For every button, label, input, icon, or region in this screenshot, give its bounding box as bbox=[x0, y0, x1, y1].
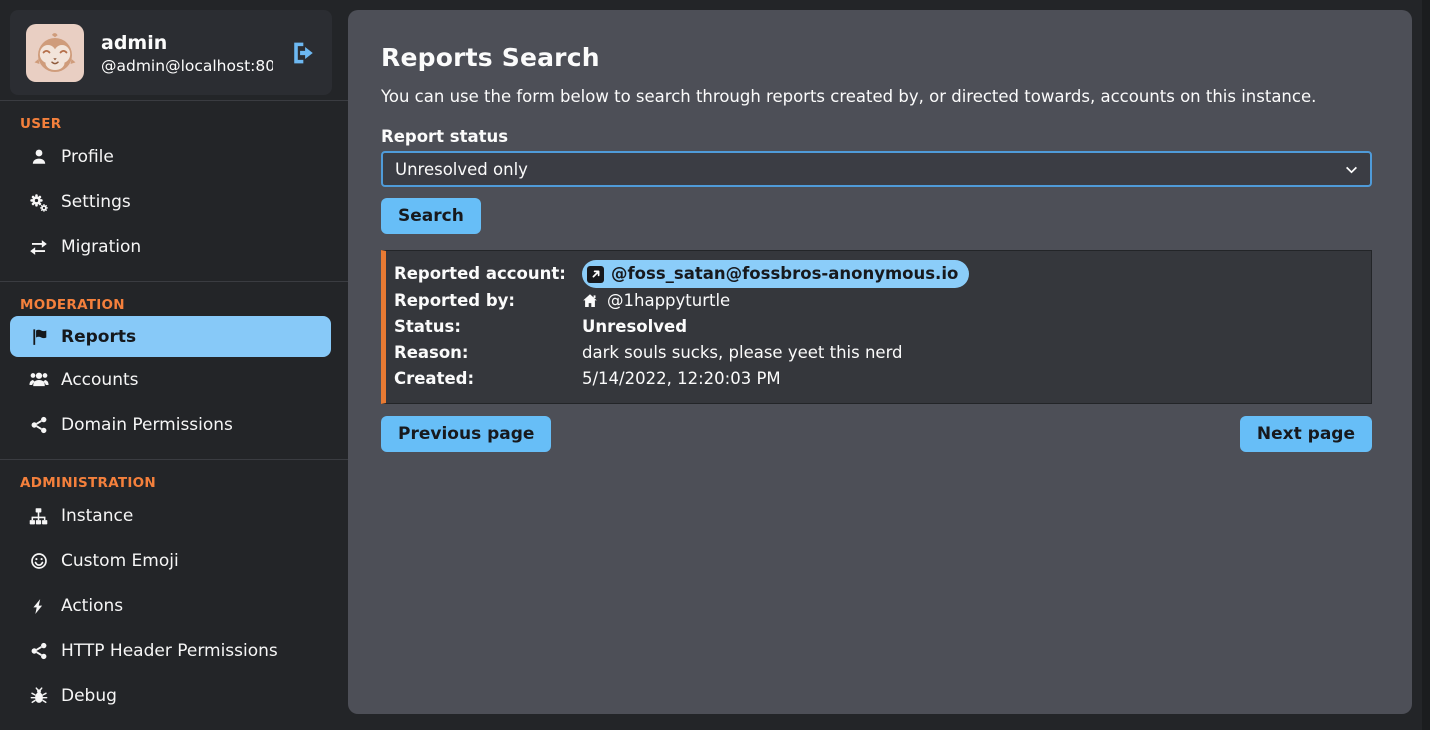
report-status-select[interactable]: Unresolved only bbox=[381, 151, 1372, 187]
report-created-value: 5/14/2022, 12:20:03 PM bbox=[582, 366, 1359, 392]
section-label-administration: ADMINISTRATION bbox=[20, 475, 348, 491]
gears-icon bbox=[27, 193, 50, 212]
sitemap-icon bbox=[27, 507, 50, 526]
sidebar-item-profile[interactable]: Profile bbox=[10, 135, 331, 179]
divider bbox=[0, 281, 348, 282]
sidebar-item-label: Profile bbox=[61, 147, 114, 167]
sidebar-item-settings[interactable]: Settings bbox=[10, 180, 331, 224]
sidebar: admin @admin@localhost:80... USER Profil… bbox=[0, 0, 348, 730]
report-row-label: Created: bbox=[394, 366, 582, 392]
divider bbox=[0, 459, 348, 460]
sidebar-item-domain-permissions[interactable]: Domain Permissions bbox=[10, 403, 331, 447]
sloth-avatar bbox=[26, 24, 84, 82]
report-status-label: Report status bbox=[381, 127, 1372, 146]
sidebar-item-instance[interactable]: Instance bbox=[10, 494, 331, 538]
user-card[interactable]: admin @admin@localhost:80... bbox=[10, 10, 332, 95]
swap-arrows-icon bbox=[27, 238, 50, 257]
users-icon bbox=[27, 370, 50, 390]
user-handle: @admin@localhost:80... bbox=[101, 57, 273, 75]
external-link-icon bbox=[587, 266, 604, 283]
smiley-icon bbox=[27, 552, 50, 570]
bolt-icon bbox=[27, 598, 50, 615]
sidebar-item-label: Instance bbox=[61, 506, 133, 526]
report-status-value: Unresolved bbox=[582, 314, 1359, 340]
reporter-handle: @1happyturtle bbox=[607, 288, 730, 314]
report-row-label: Reported by: bbox=[394, 288, 582, 314]
report-row-label: Reason: bbox=[394, 340, 582, 366]
sidebar-item-migration[interactable]: Migration bbox=[10, 225, 331, 269]
share-nodes-icon bbox=[27, 642, 50, 660]
sidebar-item-debug[interactable]: Debug bbox=[10, 674, 331, 718]
reported-account-link[interactable]: @foss_satan@fossbros-anonymous.io bbox=[582, 260, 969, 288]
pagination: Previous page Next page bbox=[381, 416, 1372, 452]
report-row-label: Reported account: bbox=[394, 261, 582, 287]
user-name: admin bbox=[101, 30, 273, 57]
share-nodes-icon bbox=[27, 416, 50, 434]
sidebar-item-label: Accounts bbox=[61, 370, 139, 390]
next-page-button[interactable]: Next page bbox=[1240, 416, 1372, 452]
sidebar-item-custom-emoji[interactable]: Custom Emoji bbox=[10, 539, 331, 583]
main-panel: Reports Search You can use the form belo… bbox=[348, 10, 1412, 714]
sidebar-item-label: Domain Permissions bbox=[61, 415, 233, 435]
sign-out-icon[interactable] bbox=[290, 40, 316, 66]
report-row-label: Status: bbox=[394, 314, 582, 340]
page-description: You can use the form below to search thr… bbox=[381, 87, 1372, 106]
user-icon bbox=[27, 148, 50, 166]
flag-icon bbox=[27, 328, 50, 346]
sidebar-item-http-header-permissions[interactable]: HTTP Header Permissions bbox=[10, 629, 331, 673]
report-card[interactable]: Reported account: @foss_satan@fossbros-a… bbox=[381, 250, 1372, 404]
reported-account-handle: @foss_satan@fossbros-anonymous.io bbox=[611, 261, 958, 287]
user-meta: admin @admin@localhost:80... bbox=[101, 30, 273, 75]
sidebar-item-reports[interactable]: Reports bbox=[10, 316, 331, 357]
report-status-selected-value: Unresolved only bbox=[395, 160, 528, 179]
sidebar-item-label: HTTP Header Permissions bbox=[61, 641, 278, 661]
house-icon bbox=[582, 293, 598, 309]
previous-page-button[interactable]: Previous page bbox=[381, 416, 551, 452]
sidebar-item-label: Settings bbox=[61, 192, 131, 212]
sidebar-item-label: Reports bbox=[61, 327, 136, 347]
search-button[interactable]: Search bbox=[381, 198, 481, 234]
sidebar-item-label: Debug bbox=[61, 686, 117, 706]
sidebar-item-label: Migration bbox=[61, 237, 141, 257]
report-reason-value: dark souls sucks, please yeet this nerd bbox=[582, 340, 1359, 366]
bug-icon bbox=[27, 687, 50, 705]
section-label-moderation: MODERATION bbox=[20, 297, 348, 313]
section-label-user: USER bbox=[20, 116, 348, 132]
divider bbox=[0, 100, 348, 101]
sidebar-item-label: Custom Emoji bbox=[61, 551, 179, 571]
sidebar-item-actions[interactable]: Actions bbox=[10, 584, 331, 628]
scrollbar-track[interactable] bbox=[1422, 0, 1430, 730]
page-title: Reports Search bbox=[381, 43, 1372, 72]
sidebar-item-label: Actions bbox=[61, 596, 123, 616]
sidebar-item-accounts[interactable]: Accounts bbox=[10, 358, 331, 402]
chevron-down-icon bbox=[1345, 164, 1358, 175]
